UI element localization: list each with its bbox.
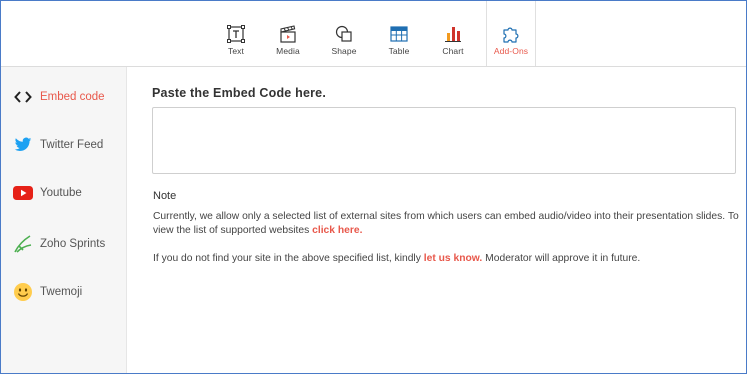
toolbar-table-label: Table [388, 46, 410, 56]
sidebar-item-zoho-sprints[interactable]: Zoho Sprints [1, 229, 126, 259]
table-icon [388, 23, 410, 45]
addons-panel: Text Media Shape Table Chart Add-Ons Emb… [0, 0, 747, 374]
supported-sites-note: Currently, we allow only a selected list… [153, 210, 743, 238]
page-title: Paste the Embed Code here. [152, 86, 326, 100]
embed-code-panel: Paste the Embed Code here. Note Currentl… [127, 67, 746, 373]
toolbar-shape-label: Shape [331, 46, 357, 56]
text-box-icon [225, 23, 247, 45]
toolbar-text-label: Text [228, 46, 244, 56]
code-brackets-icon [13, 87, 33, 107]
sidebar-item-label: Youtube [40, 187, 82, 199]
toolbar-chart-button[interactable]: Chart [439, 1, 467, 66]
sidebar-item-label: Twemoji [40, 286, 83, 298]
clapperboard-icon [277, 23, 299, 45]
sidebar-item-label: Twitter Feed [40, 139, 104, 151]
bar-chart-icon [442, 23, 464, 45]
toolbar-addons-label: Add-Ons [493, 46, 529, 56]
contact-note: If you do not find your site in the abov… [153, 252, 743, 266]
note-title: Note [153, 190, 177, 202]
click-here-link[interactable]: click here. [312, 225, 362, 236]
toolbar-shape-button[interactable]: Shape [328, 1, 360, 66]
toolbar-media-label: Media [276, 46, 300, 56]
shape-icon [333, 23, 355, 45]
sidebar-item-youtube[interactable]: Youtube [1, 178, 126, 208]
toolbar-table-button[interactable]: Table [385, 1, 413, 66]
sidebar-item-embed-code[interactable]: Embed code [1, 82, 126, 112]
note-text: Currently, we allow only a selected list… [153, 211, 739, 236]
youtube-play-icon [13, 183, 33, 203]
note-text: If you do not find your site in the abov… [153, 253, 424, 264]
note-text: Moderator will approve it in future. [482, 253, 641, 264]
sidebar-item-twitter-feed[interactable]: Twitter Feed [1, 130, 126, 160]
toolbar-chart-label: Chart [442, 46, 464, 56]
toolbar-media-button[interactable]: Media [273, 1, 303, 66]
addons-sidebar: Embed code Twitter Feed Youtube Zoho Spr… [1, 67, 127, 373]
zoho-sprints-icon [13, 234, 33, 254]
toolbar-text-button[interactable]: Text [223, 1, 249, 66]
sidebar-item-twemoji[interactable]: Twemoji [1, 277, 126, 307]
smiley-emoji-icon [13, 282, 33, 302]
embed-code-input[interactable] [152, 107, 736, 174]
sidebar-item-label: Embed code [40, 91, 105, 103]
puzzle-icon [500, 23, 522, 45]
let-us-know-link[interactable]: let us know. [424, 253, 483, 264]
toolbar-addons-button[interactable]: Add-Ons [486, 1, 536, 66]
insert-toolbar: Text Media Shape Table Chart Add-Ons [1, 1, 746, 67]
twitter-bird-icon [13, 135, 33, 155]
sidebar-item-label: Zoho Sprints [40, 238, 106, 250]
